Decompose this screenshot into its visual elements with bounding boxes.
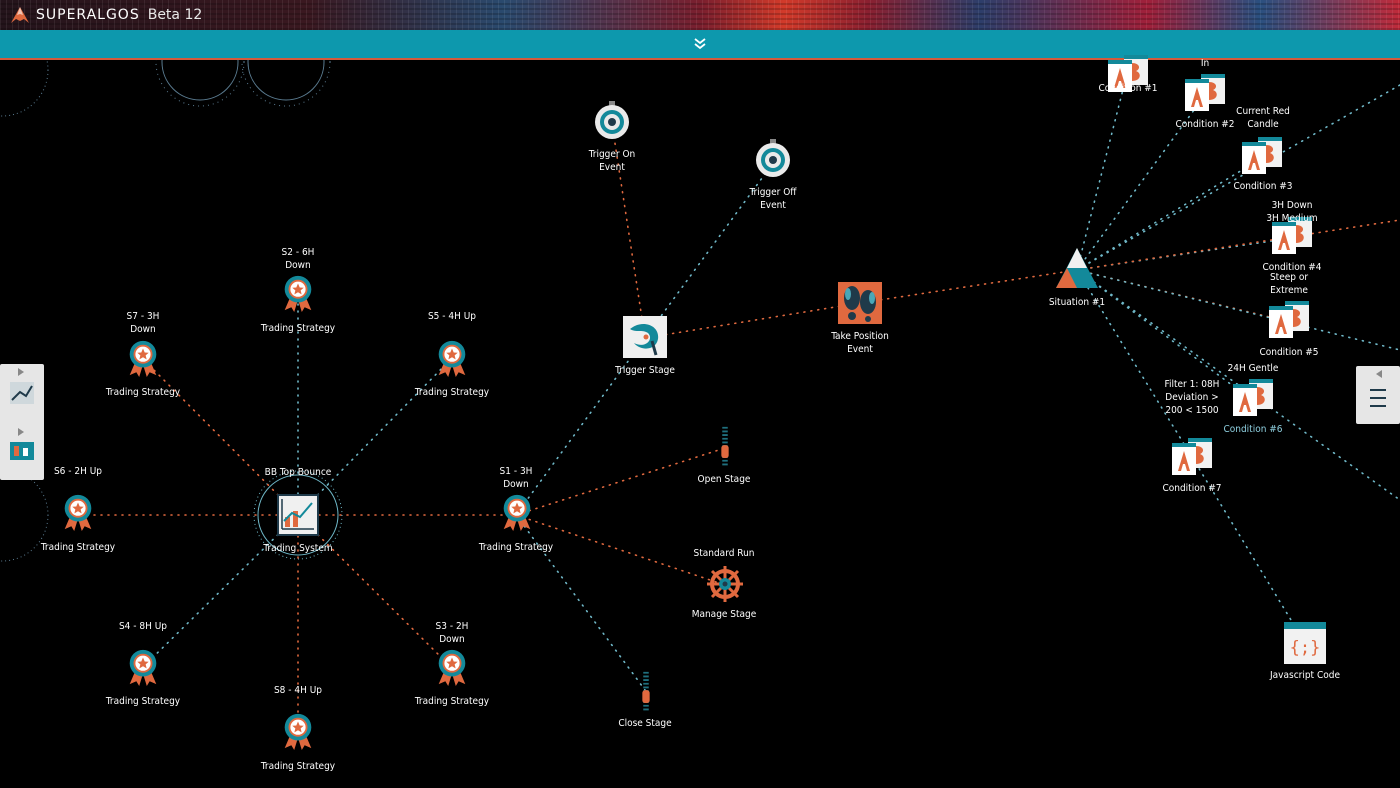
take-position-footprints-icon[interactable]	[838, 282, 882, 324]
condition-1-label: Condition #1	[1098, 83, 1158, 94]
javascript-code-label: Javascript Code	[1270, 670, 1340, 681]
condition-5-name: Steep or Extreme	[1269, 272, 1309, 296]
condition-2-icon[interactable]	[1184, 73, 1226, 113]
close-stage-label: Close Stage	[618, 718, 672, 729]
toolbar	[0, 30, 1400, 60]
strategy-s7-name: S7 - 3H Down	[126, 311, 160, 335]
open-stage-label: Open Stage	[697, 474, 751, 485]
trading-system-name: BB Top Bounce	[264, 467, 332, 478]
trigger-on-stopwatch-icon[interactable]	[592, 100, 632, 140]
trading-system-type: Trading System	[263, 543, 333, 554]
superalgos-logo-icon	[11, 7, 29, 23]
header-texture	[0, 0, 1400, 30]
strategy-s5-ribbon-icon[interactable]	[433, 339, 471, 377]
strategy-s3-ribbon-icon[interactable]	[433, 648, 471, 686]
strategy-s6-ribbon-icon[interactable]	[59, 493, 97, 531]
ship-wheel-icon[interactable]	[705, 564, 745, 604]
condition-3-label: Condition #3	[1233, 181, 1293, 192]
condition-4-name: 3H Down 3H Medium	[1266, 200, 1318, 224]
strategy-s7-ribbon-icon[interactable]	[124, 339, 162, 377]
designer-canvas[interactable]: BB Top Bounce Trading System S1 - 3H Dow…	[0, 60, 1400, 788]
charting-space-icon[interactable]	[10, 382, 34, 404]
condition-3-icon[interactable]	[1241, 136, 1283, 176]
connections-layer	[0, 60, 1400, 736]
condition-7-label: Condition #7	[1162, 483, 1222, 494]
chevrons-down-icon[interactable]	[690, 34, 710, 54]
open-stage-zipper-icon[interactable]	[715, 425, 735, 469]
condition-6-name: 24H Gentle	[1227, 363, 1279, 374]
condition-5-icon[interactable]	[1268, 300, 1310, 340]
strategy-s6-name: S6 - 2H Up	[53, 466, 103, 477]
condition-7-icon[interactable]	[1171, 437, 1213, 477]
condition-6-label: Condition #6	[1223, 424, 1283, 435]
app-version: Beta 12	[147, 7, 203, 23]
take-position-label: Take Position Event	[831, 331, 889, 355]
app-name: SUPERALGOS	[36, 7, 140, 23]
javascript-code-icon[interactable]: {;}	[1283, 621, 1327, 665]
right-side-panel	[1356, 366, 1400, 424]
strategy-s8-name: S8 - 4H Up	[273, 685, 323, 696]
strategy-s1-type: Trading Strategy	[478, 542, 554, 553]
manage-stage-label: Manage Stage	[691, 609, 757, 620]
strategy-s1-name: S1 - 3H Down	[499, 466, 533, 490]
trigger-stage-icon[interactable]	[622, 315, 668, 359]
strategy-s8-ribbon-icon[interactable]	[279, 712, 317, 750]
strategy-s2-type: Trading Strategy	[260, 323, 336, 334]
condition-6-icon[interactable]	[1232, 378, 1274, 418]
data-storage-icon[interactable]	[10, 442, 34, 460]
condition-3-name: Current Red Candle	[1236, 106, 1290, 130]
trigger-off-label: Trigger Off Event	[749, 187, 797, 211]
top-bar: SUPERALGOS Beta 12	[0, 0, 1400, 30]
strategy-s6-type: Trading Strategy	[40, 542, 116, 553]
condition-2-label: Condition #2	[1175, 119, 1235, 130]
brand[interactable]: SUPERALGOS Beta 12	[8, 4, 202, 26]
svg-text:{;}: {;}	[1290, 638, 1321, 658]
strategy-s3-name: S3 - 2H Down	[435, 621, 469, 645]
strategy-s5-name: S5 - 4H Up	[427, 311, 477, 322]
condition-2-name: In	[1200, 58, 1210, 69]
situation-label: Situation #1	[1048, 297, 1106, 308]
strategy-s1-ribbon-icon[interactable]	[498, 493, 536, 531]
condition-7-name: Filter 1: 08H Deviation > 200 < 1500	[1164, 379, 1220, 416]
trading-system-icon[interactable]	[276, 493, 320, 537]
manage-stage-name: Standard Run	[693, 548, 755, 559]
condition-5-label: Condition #5	[1259, 347, 1319, 358]
trigger-stage-label: Trigger Stage	[615, 365, 675, 376]
strategy-s4-ribbon-icon[interactable]	[124, 648, 162, 686]
strategy-s8-type: Trading Strategy	[260, 761, 336, 772]
close-stage-zipper-icon[interactable]	[636, 670, 656, 714]
strategy-s2-name: S2 - 6H Down	[281, 247, 315, 271]
trigger-off-stopwatch-icon[interactable]	[753, 138, 793, 178]
strategy-s3-type: Trading Strategy	[414, 696, 490, 707]
settings-icon[interactable]	[1370, 389, 1386, 407]
trigger-on-label: Trigger On Event	[588, 149, 636, 173]
strategy-s5-type: Trading Strategy	[414, 387, 490, 398]
strategy-s4-type: Trading Strategy	[105, 696, 181, 707]
arrow-left-icon[interactable]	[1376, 370, 1382, 378]
left-side-panel	[0, 364, 44, 480]
strategy-s2-ribbon-icon[interactable]	[279, 274, 317, 312]
situation-triangle-icon[interactable]	[1054, 246, 1100, 292]
strategy-s4-name: S4 - 8H Up	[118, 621, 168, 632]
strategy-s7-type: Trading Strategy	[105, 387, 181, 398]
